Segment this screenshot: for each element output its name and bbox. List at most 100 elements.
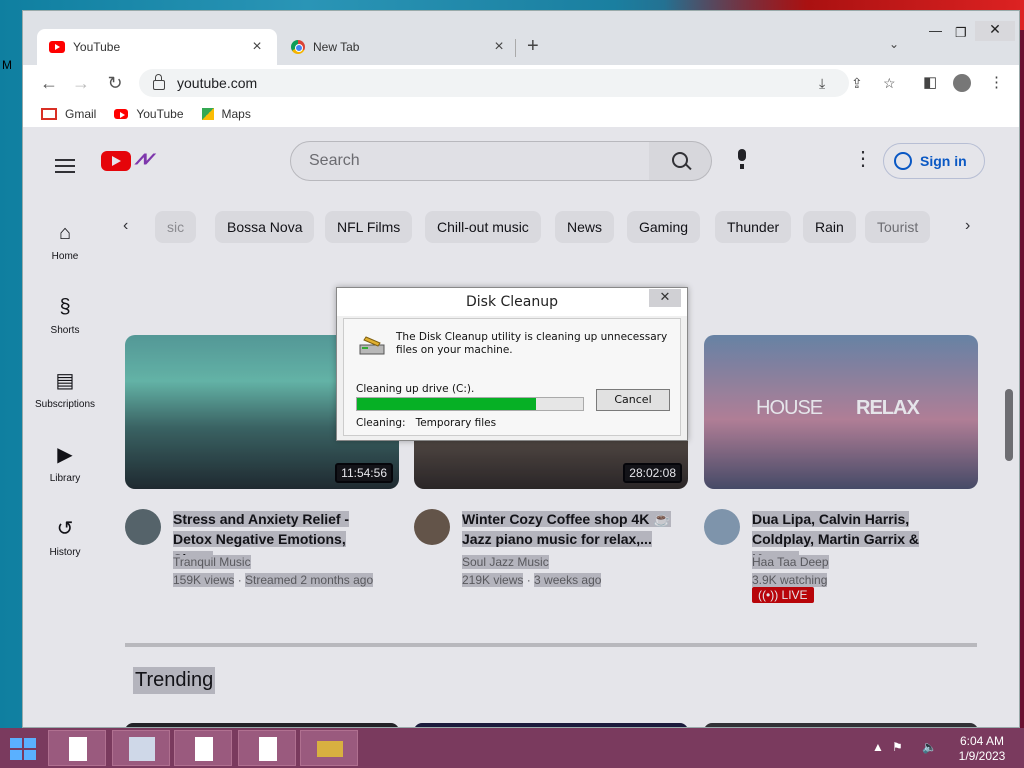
chip-news[interactable]: News (555, 211, 615, 243)
reload-icon[interactable]: ↻ (103, 71, 127, 95)
bookmarks-bar: Gmail YouTube Maps (23, 101, 1019, 127)
cancel-button[interactable]: Cancel (596, 389, 670, 411)
chip-gaming[interactable]: Gaming (627, 211, 701, 243)
forward-arrow-icon[interactable]: → (69, 71, 93, 95)
cleanup-progress-bar (356, 397, 584, 411)
channel-name[interactable]: Haa Taa Deep (752, 555, 829, 569)
tab-title: New Tab (313, 40, 360, 54)
voice-search-icon[interactable] (731, 149, 753, 171)
restore-window-button[interactable]: ❐ (955, 25, 967, 41)
close-window-button[interactable]: ✕ (975, 21, 1015, 41)
address-bar[interactable]: youtube.com ⤓ ⇪ ☆ (139, 69, 896, 97)
close-tab-icon[interactable]: × (491, 38, 507, 56)
hamburger-menu-icon[interactable] (55, 155, 75, 177)
video-card[interactable]: HOUSE RELAX Dua Lipa, Calvin Harris, Col… (704, 335, 978, 603)
video-stats: 219K views · 3 weeks ago (462, 573, 602, 587)
document-icon (195, 737, 213, 761)
search-box[interactable] (290, 141, 650, 181)
channel-avatar[interactable] (125, 509, 161, 545)
sidebar-item-history[interactable]: ↺ History (23, 517, 107, 558)
search-button[interactable] (649, 141, 712, 181)
address-url[interactable]: youtube.com (177, 75, 257, 91)
shorts-icon: § (59, 296, 71, 318)
profile-avatar-icon[interactable] (953, 74, 971, 92)
taskbar-app-document[interactable] (48, 730, 106, 766)
new-tab-button[interactable]: + (527, 35, 539, 58)
document-icon (69, 737, 87, 761)
sidebar-item-shorts[interactable]: § Shorts (23, 295, 107, 336)
bookmark-youtube[interactable]: YouTube (114, 107, 184, 121)
sidebar-item-label: Shorts (50, 325, 80, 336)
bookmark-star-icon[interactable]: ☆ (883, 69, 896, 97)
sidebar-item-subscriptions[interactable]: ▤ Subscriptions (23, 369, 107, 410)
settings-more-icon[interactable]: ⋮ (853, 149, 873, 169)
sidebar-item-library[interactable]: ▶ Library (23, 443, 107, 484)
chip-thunder[interactable]: Thunder (715, 211, 792, 243)
page-scrollbar[interactable] (1005, 389, 1013, 461)
sidebar-item-home[interactable]: ⌂ Home (23, 221, 107, 262)
tab-youtube[interactable]: YouTube × (37, 29, 277, 65)
thumbnail-text-left: HOUSE (756, 397, 823, 419)
volume-icon[interactable]: 🔈 (922, 740, 937, 754)
taskbar-app-disk-cleanup[interactable] (300, 730, 358, 766)
tab-title: YouTube (73, 40, 121, 54)
lock-icon[interactable] (153, 74, 165, 90)
sidebar-item-label: History (49, 547, 81, 558)
back-arrow-icon[interactable]: ← (37, 71, 61, 95)
video-thumbnail[interactable]: HOUSE RELAX (704, 335, 978, 489)
chrome-menu-icon[interactable]: ⋮ (989, 71, 1004, 95)
dialog-body: The Disk Cleanup utility is cleaning up … (343, 318, 681, 436)
tray-overflow-icon[interactable]: ▲ (872, 740, 884, 754)
chip-chill-out-music[interactable]: Chill-out music (425, 211, 541, 243)
search-icon (672, 152, 688, 168)
start-button[interactable] (10, 738, 38, 760)
sidebar-item-label: Subscriptions (34, 399, 96, 410)
taskbar-app-document[interactable] (174, 730, 232, 766)
sidebar-item-label: Library (49, 473, 81, 484)
chip-bossa-nova[interactable]: Bossa Nova (215, 211, 315, 243)
cleaning-status: Cleaning: Temporary files (356, 417, 497, 429)
youtube-favicon-icon (49, 41, 65, 53)
clock-date: 1/9/2023 (958, 749, 1006, 763)
channel-avatar[interactable] (704, 509, 740, 545)
channel-name[interactable]: Tranquil Music (173, 555, 251, 569)
account-icon (894, 152, 912, 170)
network-warning-icon[interactable]: ⚑ (892, 740, 903, 754)
system-clock[interactable]: 6:04 AM 1/9/2023 (950, 734, 1014, 764)
disk-cleanup-dialog: Disk Cleanup ✕ The Disk Cleanup utility … (336, 287, 688, 441)
channel-name[interactable]: Soul Jazz Music (462, 555, 549, 569)
chevron-right-icon[interactable]: › (965, 217, 970, 235)
dialog-message: The Disk Cleanup utility is cleaning up … (396, 331, 668, 356)
bookmark-maps[interactable]: Maps (201, 107, 251, 121)
sign-in-label: Sign in (920, 153, 967, 169)
bookmark-gmail[interactable]: Gmail (41, 107, 96, 121)
share-icon[interactable]: ⇪ (851, 69, 863, 97)
chevron-left-icon[interactable]: ‹ (123, 217, 128, 235)
video-title[interactable]: Winter Cozy Coffee shop 4K ☕ Jazz piano … (462, 509, 674, 549)
taskbar-app-document[interactable] (238, 730, 296, 766)
youtube-doodle[interactable]: ⩘⩗ (135, 147, 156, 170)
dialog-close-button[interactable]: ✕ (649, 289, 681, 307)
chip-nfl-films[interactable]: NFL Films (325, 211, 413, 243)
install-app-icon[interactable]: ⤓ (819, 69, 825, 97)
search-input[interactable] (307, 151, 631, 171)
minimize-window-button[interactable]: — (929, 23, 942, 38)
tab-search-chevron-icon[interactable]: ⌄ (889, 37, 899, 51)
video-stats: 3.9K watching (752, 573, 828, 587)
chip-music[interactable]: sic (155, 211, 197, 243)
sign-in-button[interactable]: Sign in (883, 143, 985, 179)
taskbar-app-monitor[interactable] (112, 730, 170, 766)
browser-toolbar: ← → ↻ youtube.com ⤓ ⇪ ☆ ◧ ⋮ (23, 65, 1019, 101)
maps-icon (201, 108, 214, 120)
youtube-logo[interactable] (101, 151, 131, 171)
close-tab-icon[interactable]: × (249, 38, 265, 56)
chip-tourist[interactable]: Tourist (865, 211, 931, 243)
channel-avatar[interactable] (414, 509, 450, 545)
side-panel-icon[interactable]: ◧ (923, 71, 937, 95)
tab-new-tab[interactable]: New Tab × (279, 29, 519, 65)
trending-heading: Trending (133, 667, 216, 694)
tab-separator (515, 39, 516, 57)
disk-cleanup-icon (359, 336, 385, 355)
chip-rain[interactable]: Rain (803, 211, 856, 243)
gmail-icon (41, 108, 57, 120)
